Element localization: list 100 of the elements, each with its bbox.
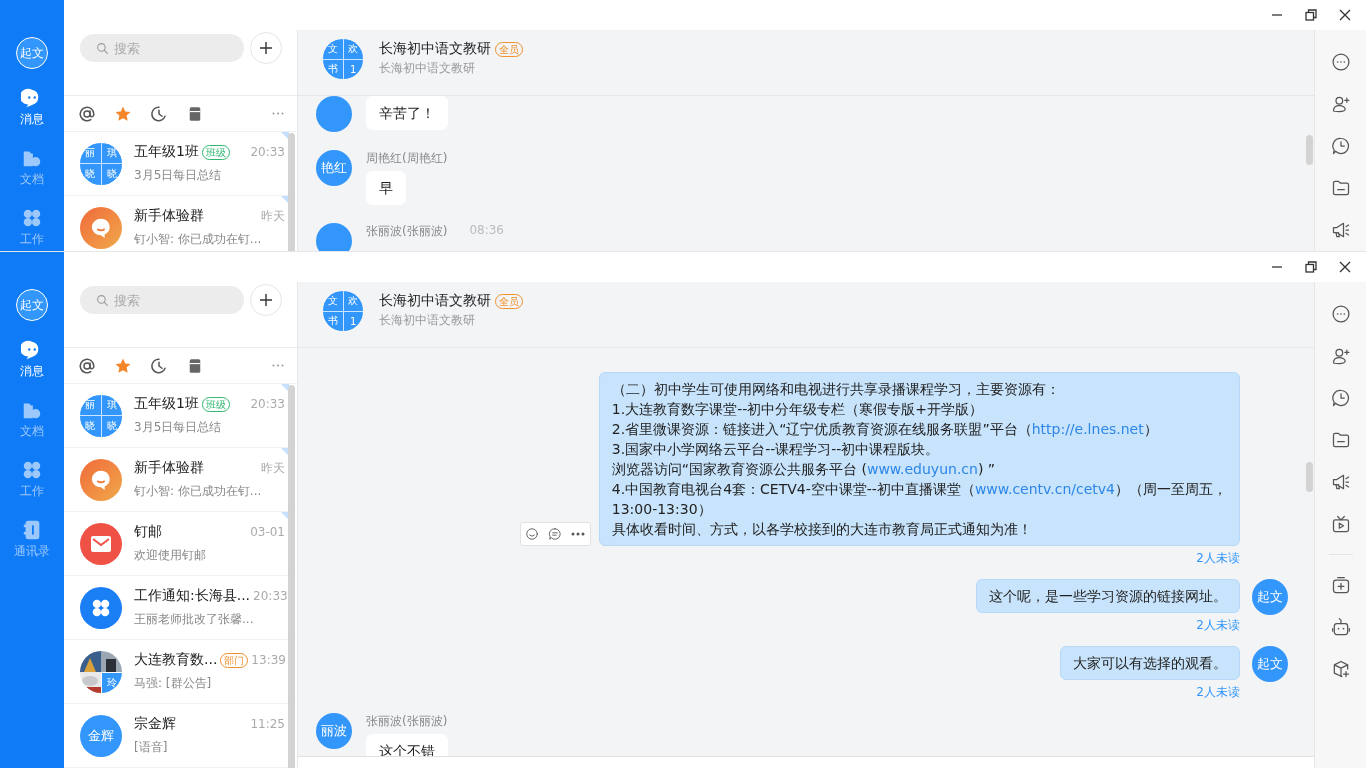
grid-icon <box>21 207 43 229</box>
nav-item[interactable]: 消息 <box>20 339 44 385</box>
group-avatar: 玲 <box>80 650 122 693</box>
tv-play-icon <box>1330 514 1351 534</box>
envelope-icon <box>91 535 111 552</box>
restore-button[interactable] <box>1302 258 1320 276</box>
search-field[interactable]: 搜索 <box>80 34 244 62</box>
user-avatar[interactable]: 起文 <box>16 289 48 321</box>
clock-icon <box>150 356 168 375</box>
avatar: 金辉 <box>80 714 122 757</box>
conversation-name: 大连教育数... <box>134 651 218 669</box>
conversation-time: 11:25 <box>250 717 285 731</box>
link[interactable]: www.centv.cn/cetv4 <box>974 481 1115 497</box>
scrollbar[interactable] <box>288 385 295 768</box>
scrollbar[interactable] <box>1306 462 1313 492</box>
message-line: 2.省里微课资源：链接进入“辽宁优质教育资源在线服务联盟”平台（http://e.lnes.net） <box>611 420 1159 439</box>
toolbar-button[interactable] <box>1330 388 1351 408</box>
speech-bubble-icon <box>90 216 112 239</box>
at-sign-icon <box>78 356 96 375</box>
toolbar-button[interactable] <box>1330 346 1351 366</box>
conversation-name: 五年级1班 <box>134 143 199 161</box>
chat-title: 长海初中语文教研 <box>379 292 491 310</box>
scrollbar[interactable] <box>288 133 295 251</box>
message-line: 大家可以有选择的观看。 <box>1073 654 1227 673</box>
conversation-name: 宗金辉 <box>134 715 176 733</box>
message-line: 1.大连教育数字课堂--初中分年级专栏（寒假专版+开学版） <box>611 400 984 419</box>
nav-item[interactable]: 消息 <box>20 87 44 133</box>
toolbar-button[interactable] <box>1330 220 1351 240</box>
sender-name: 周艳红(周艳红) <box>366 150 448 167</box>
folder-icon <box>1330 430 1351 450</box>
nav-item[interactable]: 工作 <box>20 207 44 251</box>
message-line: 13:00-13:30） <box>611 500 713 519</box>
at-sign-icon <box>78 104 96 123</box>
message-preview: 马强: [群公告] <box>134 675 213 692</box>
grid-icon <box>21 459 43 481</box>
group-avatar: 丽 琪 晓 晓 <box>80 394 122 437</box>
more-icon <box>272 364 284 367</box>
toolbar-button[interactable] <box>1330 617 1351 637</box>
more-icon <box>272 112 284 115</box>
message-input-area[interactable] <box>298 756 1314 768</box>
avatar: 起文 <box>1252 646 1288 682</box>
link[interactable]: http://e.lnes.net <box>1031 421 1144 437</box>
group-avatar: 文 欢 书 1 <box>323 291 363 331</box>
search-icon <box>96 42 109 55</box>
toolbar-button[interactable] <box>1330 430 1351 450</box>
add-button[interactable] <box>250 284 282 316</box>
toolbar-button[interactable] <box>1330 472 1351 492</box>
conversation-name: 钉邮 <box>134 523 162 541</box>
megaphone-icon <box>1330 220 1351 240</box>
message-preview: 王丽老师批改了张馨... <box>134 611 255 628</box>
unread-status: 2人未读 <box>1196 684 1240 701</box>
conversation-name: 新手体验群 <box>134 207 204 225</box>
search-field[interactable]: 搜索 <box>80 286 244 314</box>
nav-item[interactable]: 文档 <box>20 399 44 445</box>
group-avatar: 文 欢 书 1 <box>323 39 363 79</box>
search-icon <box>96 294 109 307</box>
add-person-icon <box>1330 94 1351 114</box>
nav-item[interactable]: 通讯录 <box>14 519 50 565</box>
plus-box-icon <box>1330 575 1351 595</box>
nav-item[interactable]: 文档 <box>20 147 44 193</box>
message-line: 4.中国教育电视台4套：CETV4-空中课堂--初中直播课堂（www.centv.cn/cetv4）（周一至周五， <box>611 480 1227 499</box>
message-line: 3.国家中小学网络云平台--课程学习--初中课程版块。 <box>611 440 941 459</box>
plus-icon <box>260 42 272 54</box>
toolbar-button[interactable] <box>1330 178 1351 198</box>
message-bubble: 早 <box>366 171 406 205</box>
restore-icon <box>1305 9 1317 21</box>
message-preview: 钉小智: 你已成功在钉... <box>134 483 263 500</box>
conversation-time: 03-01 <box>250 525 285 539</box>
scrollbar[interactable] <box>1306 135 1313 165</box>
restore-button[interactable] <box>1302 6 1320 24</box>
comment-icon <box>548 527 563 541</box>
sender-name: 张丽波(张丽波) <box>366 223 448 240</box>
toolbar-button[interactable] <box>1330 304 1351 324</box>
more-icon <box>1330 52 1351 72</box>
sender-name: 张丽波(张丽波) <box>366 713 448 730</box>
message-line: 这个呢，是一些学习资源的链接网址。 <box>989 587 1227 606</box>
toolbar-button[interactable] <box>1330 52 1351 72</box>
conversation-time: 20:33 <box>250 397 285 411</box>
add-person-icon <box>1330 346 1351 366</box>
add-button[interactable] <box>250 32 282 64</box>
message-line: 具体收看时间、方式，以各学校接到的大连市教育局正式通知为准！ <box>611 520 1033 539</box>
toolbar-button[interactable] <box>1330 94 1351 114</box>
conversation-name: 五年级1班 <box>134 395 199 413</box>
message-preview: 钉小智: 你已成功在钉... <box>134 231 263 248</box>
message-preview: [语音] <box>134 739 169 756</box>
chat-title: 长海初中语文教研 <box>379 40 491 58</box>
nav-item[interactable]: 工作 <box>20 459 44 505</box>
megaphone-icon <box>1330 472 1351 492</box>
unread-status: 2人未读 <box>1196 617 1240 634</box>
conversation-name: 新手体验群 <box>134 459 204 477</box>
unread-status: 2人未读 <box>1196 550 1240 567</box>
message-preview: 3月5日每日总结 <box>134 167 223 184</box>
toolbar-button[interactable] <box>1330 575 1351 595</box>
user-avatar[interactable]: 起文 <box>16 37 48 69</box>
robot-icon <box>1330 617 1351 637</box>
avatar <box>316 223 352 251</box>
conversation-time: 20:33 <box>250 145 285 159</box>
toolbar-button[interactable] <box>1330 136 1351 156</box>
link[interactable]: www.eduyun.cn <box>866 461 978 477</box>
toolbar-button[interactable] <box>1330 514 1351 534</box>
